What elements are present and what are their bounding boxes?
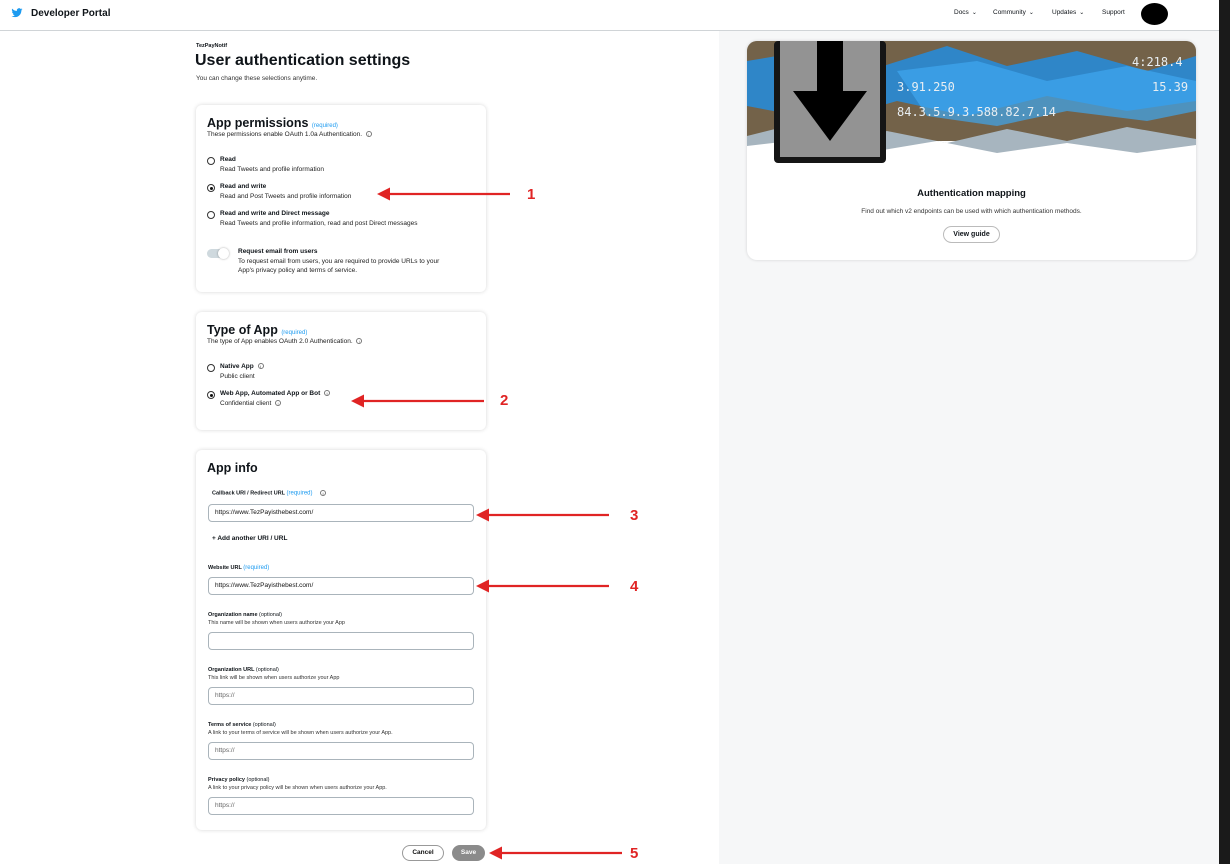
annotation-arrows xyxy=(351,187,622,860)
annotation-number-1: 1 xyxy=(527,186,536,203)
annotation-number-5: 5 xyxy=(630,845,639,862)
annotation-number-2: 2 xyxy=(500,392,509,409)
developer-portal-page: Developer Portal Docs ⌄ Community ⌄ Upda… xyxy=(0,0,1230,864)
annotation-number-3: 3 xyxy=(630,507,639,524)
annotation-number-4: 4 xyxy=(630,578,639,595)
